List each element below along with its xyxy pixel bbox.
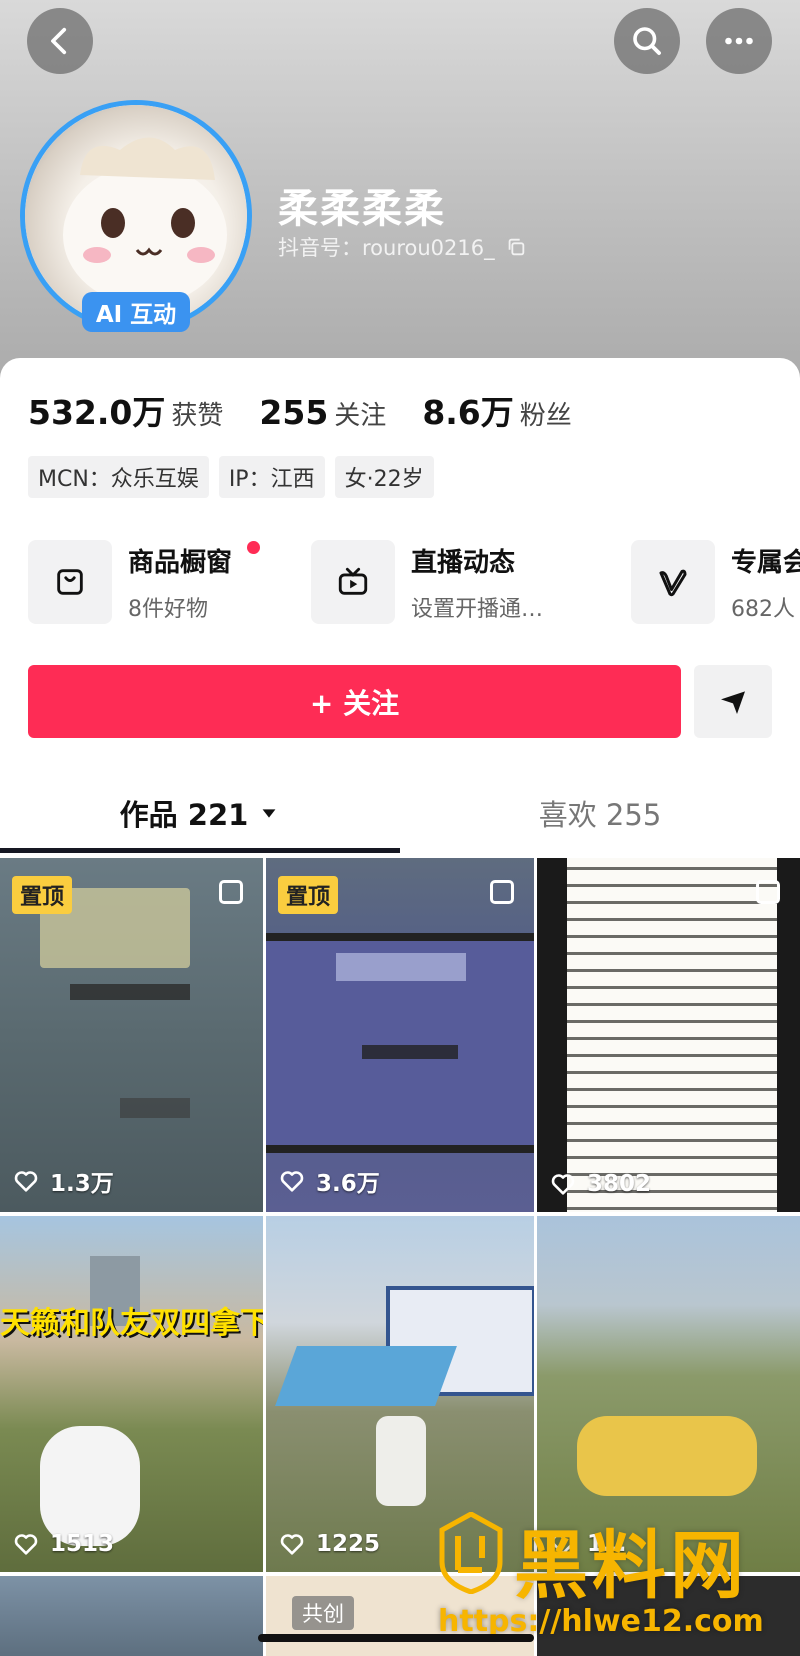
tab-likes[interactable]: 喜欢 255 [400, 778, 800, 848]
like-count: 3.6万 [278, 1164, 380, 1198]
profile-tags: MCN：众乐互娱 IP：江西 女·22岁 [28, 456, 434, 498]
like-count: 3802 [549, 1170, 651, 1198]
profile-nickname: 柔柔柔柔 [278, 186, 446, 232]
douyin-id: 抖音号：rourou0216_ [278, 236, 495, 260]
ai-interaction-badge[interactable]: AI 互动 [82, 292, 190, 332]
video-thumbnail[interactable] [0, 1576, 263, 1656]
heart-icon [280, 1171, 304, 1192]
video-thumbnail[interactable]: 3802 [537, 858, 800, 1212]
search-icon [633, 27, 661, 55]
heart-icon [14, 1171, 38, 1192]
entry-title: 商品橱窗 [128, 547, 233, 578]
ramp-shape [275, 1346, 457, 1406]
entry-icon-box [631, 540, 715, 624]
tab-label: 喜欢 255 [538, 798, 662, 832]
select-checkbox[interactable] [219, 880, 243, 904]
entry-text: 专属会 682人 [731, 542, 800, 623]
like-count: 1.3万 [12, 1164, 114, 1198]
entry-subtitle: 8件好物 [128, 596, 208, 622]
tag-ip: IP：江西 [218, 456, 325, 498]
back-button[interactable] [27, 8, 93, 74]
tag-mcn: MCN：众乐互娱 [28, 456, 209, 498]
more-button[interactable] [706, 8, 772, 74]
chevron-left-icon [51, 27, 67, 55]
entry-icon-box [311, 540, 395, 624]
followers-count[interactable]: 8.6万 [422, 386, 513, 434]
tag-gender-age: 女·22岁 [334, 456, 434, 498]
like-count: 1225 [278, 1530, 380, 1558]
video-thumbnail[interactable]: 天籁和队友双四拿下 1513 [0, 1216, 263, 1572]
like-count-text: 3802 [587, 1171, 652, 1197]
heart-icon [551, 1174, 575, 1195]
like-count-text: 1.3万 [50, 1171, 114, 1197]
home-indicator[interactable] [258, 1634, 534, 1642]
followers-label[interactable]: 粉丝 [520, 395, 572, 432]
entry-subtitle: 设置开播通… [411, 596, 544, 622]
feature-entries: 商品橱窗 8件好物 直播动态 设置开播通… 专属会 682人 [28, 540, 800, 626]
copy-icon[interactable] [505, 236, 527, 258]
pinned-badge: 置顶 [12, 876, 73, 914]
entry-shop-window[interactable]: 商品橱窗 8件好物 [28, 540, 260, 624]
heart-icon [280, 1534, 304, 1555]
entry-text: 商品橱窗 8件好物 [128, 542, 232, 623]
send-icon [721, 690, 745, 714]
shopping-bag-icon [57, 569, 83, 595]
heart-icon [14, 1534, 38, 1555]
like-count-text: 3.6万 [316, 1171, 380, 1197]
entry-title: 专属会 [731, 547, 800, 578]
likes-count: 532.0万 [28, 393, 166, 432]
video-caption: 天籁和队友双四拿下 [0, 1306, 263, 1341]
text-document-image [567, 858, 777, 1212]
likes-label: 获赞 [171, 401, 224, 431]
following-count[interactable]: 255 [259, 393, 328, 432]
watermark-logo-icon [439, 1512, 503, 1594]
entry-title: 直播动态 [411, 547, 516, 578]
tab-works[interactable]: 作品 221 [0, 778, 400, 848]
select-checkbox[interactable] [756, 880, 780, 904]
game-ui-bar [70, 984, 190, 1000]
pinned-badge: 置顶 [278, 876, 339, 914]
video-thumbnail[interactable]: 置顶 1.3万 [0, 858, 263, 1212]
entry-exclusive-group[interactable]: 专属会 682人 [631, 540, 800, 624]
notification-dot [247, 541, 260, 554]
profile-card: 532.0万 获赞 255 关注 8.6万 粉丝 MCN：众乐互娱 IP：江西 … [0, 358, 800, 856]
profile-header: AI 互动 柔柔柔柔 抖音号：rourou0216_ [0, 0, 800, 400]
entry-subtitle: 682人 [731, 596, 795, 622]
game-ui-bar [362, 1045, 458, 1059]
entry-icon-box [28, 540, 112, 624]
more-horizontal-icon [725, 37, 753, 45]
tv-icon [338, 567, 368, 595]
entry-text: 直播动态 设置开播通… [411, 542, 543, 623]
video-thumbnail[interactable]: 置顶 3.6万 [266, 858, 534, 1212]
following-label[interactable]: 关注 [334, 395, 386, 432]
stats-row: 532.0万 获赞 255 关注 8.6万 粉丝 [28, 386, 608, 434]
v-badge-icon [659, 569, 687, 597]
tab-label: 作品 221 [119, 798, 249, 832]
follow-button[interactable]: + 关注 [28, 665, 681, 738]
character-shape [376, 1416, 426, 1506]
car-shape [577, 1416, 757, 1496]
active-tab-indicator [0, 848, 400, 853]
like-count-text: 1513 [50, 1531, 115, 1557]
entry-live-updates[interactable]: 直播动态 设置开播通… [311, 540, 543, 624]
search-button[interactable] [614, 8, 680, 74]
douyin-id-row[interactable]: 抖音号：rourou0216_ [278, 232, 527, 262]
character-shape [40, 1426, 140, 1546]
co-creation-badge: 共创 [292, 1596, 354, 1630]
site-watermark: 黑料网 https://hlwe12.com [438, 1512, 788, 1652]
caret-down-icon[interactable] [258, 802, 280, 824]
like-count-text: 1225 [316, 1531, 381, 1557]
content-tabs: 作品 221 喜欢 255 [0, 778, 800, 848]
game-ui-panel [336, 953, 466, 981]
select-checkbox[interactable] [490, 880, 514, 904]
game-ui-bar [120, 1098, 190, 1118]
share-button[interactable] [694, 665, 772, 738]
like-count: 1513 [12, 1530, 114, 1558]
watermark-title: 黑料网 [514, 1523, 748, 1609]
